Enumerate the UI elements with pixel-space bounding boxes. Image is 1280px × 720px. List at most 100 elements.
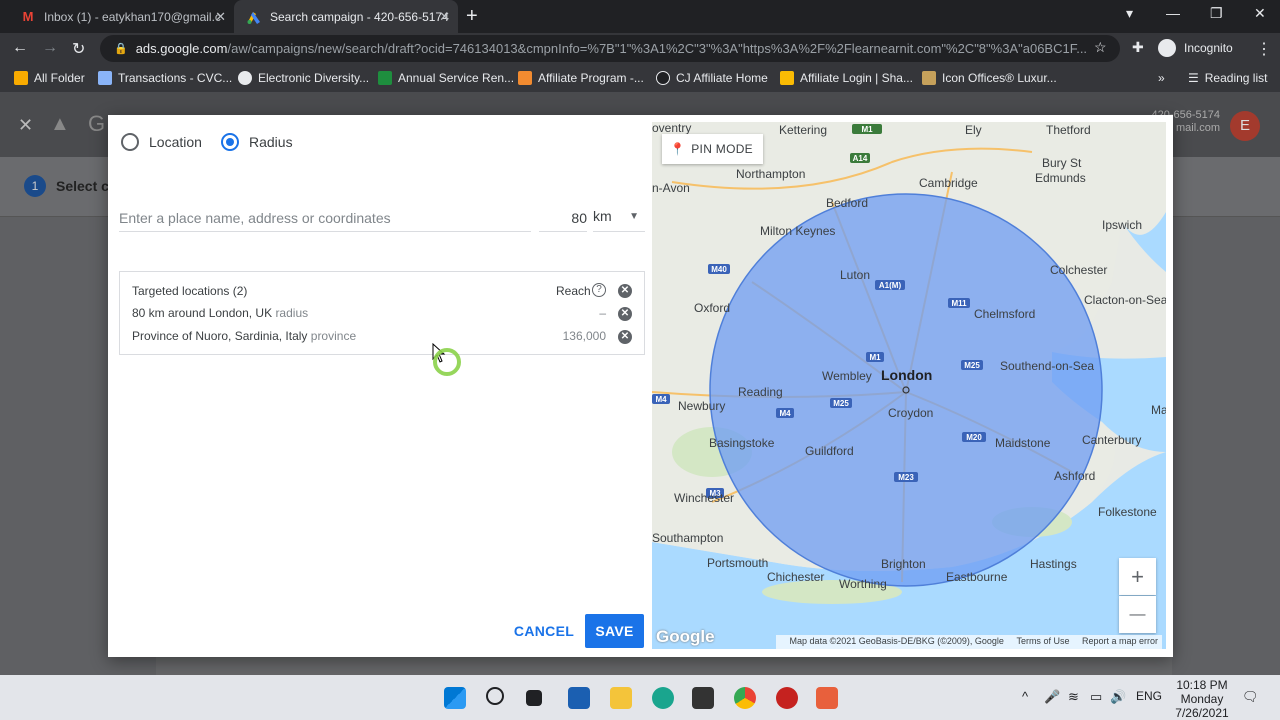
close-tab-icon[interactable]: ✕: [439, 9, 450, 25]
google-ads-logo-icon: ▲: [50, 113, 70, 135]
svg-text:Cambridge: Cambridge: [919, 176, 978, 190]
battery-icon[interactable]: ▭: [1090, 689, 1102, 705]
radio-location[interactable]: [121, 133, 139, 151]
svg-text:M25: M25: [833, 399, 849, 408]
radius-value-input[interactable]: [539, 204, 587, 232]
target-kind: radius: [275, 306, 309, 320]
radius-unit-select[interactable]: km ▼: [593, 204, 645, 232]
targeted-locations-header: Targeted locations (2): [132, 284, 248, 298]
address-bar[interactable]: 🔒 ads.google.com /aw/campaigns/new/searc…: [100, 35, 1120, 62]
target-reach: 136,000: [562, 329, 606, 343]
svg-text:Maidstone: Maidstone: [995, 436, 1051, 450]
remove-target-icon[interactable]: ✕: [618, 307, 632, 321]
extensions-icon[interactable]: ✚: [1132, 39, 1144, 56]
bookmark-item[interactable]: Electronic Diversity...: [238, 71, 369, 85]
bookmark-item[interactable]: Affiliate Login | Sha...: [780, 71, 913, 85]
save-button[interactable]: SAVE: [585, 614, 644, 648]
remove-target-icon[interactable]: ✕: [618, 330, 632, 344]
svg-text:Worthing: Worthing: [839, 577, 887, 591]
close-tab-icon[interactable]: ✕: [215, 9, 226, 25]
chrome-icon[interactable]: [734, 687, 756, 709]
close-icon[interactable]: ✕: [18, 115, 33, 136]
chevron-down-icon: ▼: [629, 211, 639, 222]
pin-mode-button[interactable]: 📍 PIN MODE: [662, 134, 763, 164]
report-error-link[interactable]: Report a map error: [1082, 636, 1158, 646]
back-icon[interactable]: ←: [12, 39, 28, 57]
svg-text:Clacton-on-Sea: Clacton-on-Sea: [1084, 293, 1166, 307]
new-tab-icon[interactable]: +: [466, 5, 478, 28]
tab-search-icon[interactable]: ▾: [1126, 5, 1133, 22]
bookmark-item[interactable]: Annual Service Ren...: [378, 71, 514, 85]
menu-icon[interactable]: ⋮: [1256, 39, 1272, 59]
svg-text:Guildford: Guildford: [805, 444, 854, 458]
incognito-indicator[interactable]: Incognito: [1158, 39, 1233, 57]
svg-text:Chelmsford: Chelmsford: [974, 307, 1035, 321]
map-view[interactable]: M1 A14 M40 A1(M) M11 M1 M25 M25 M4 M4 M2…: [652, 122, 1166, 649]
search-icon[interactable]: [486, 687, 504, 705]
close-window-icon[interactable]: ✕: [1254, 5, 1266, 22]
store-icon[interactable]: [692, 687, 714, 709]
cancel-button[interactable]: CANCEL: [510, 614, 578, 648]
svg-text:M23: M23: [898, 473, 914, 482]
google-logo: Google: [656, 627, 715, 646]
edge-icon[interactable]: [652, 687, 674, 709]
radio-radius[interactable]: [221, 133, 239, 151]
svg-text:Marg: Marg: [1151, 403, 1166, 417]
tab-title: Search campaign - 420-656-5174: [270, 9, 449, 24]
svg-text:M20: M20: [966, 433, 982, 442]
notifications-icon[interactable]: 🗨: [1242, 689, 1259, 705]
svg-text:Edmunds: Edmunds: [1035, 171, 1086, 185]
bookmark-item[interactable]: All Folder: [14, 71, 85, 85]
tab-google-ads[interactable]: Search campaign - 420-656-5174 ✕: [234, 0, 458, 33]
bookmark-favicon-icon: [378, 71, 392, 85]
targeted-locations-panel: Targeted locations (2) Reach ? ✕ 80 km a…: [119, 271, 645, 355]
bookmark-item[interactable]: Affiliate Program -...: [518, 71, 644, 85]
svg-text:Folkestone: Folkestone: [1098, 505, 1157, 519]
more-bookmarks-icon[interactable]: »: [1158, 71, 1165, 85]
file-explorer-icon[interactable]: [610, 687, 632, 709]
svg-text:Bury St: Bury St: [1042, 156, 1082, 170]
tab-gmail[interactable]: M Inbox (1) - eatykhan170@gmail.c ✕: [8, 0, 234, 33]
reading-list-icon: ☰: [1188, 71, 1199, 85]
svg-text:A14: A14: [853, 154, 868, 163]
restore-icon[interactable]: ❐: [1210, 5, 1223, 22]
bookmark-item[interactable]: Transactions - CVC...: [98, 71, 232, 85]
reach-header: Reach: [556, 284, 591, 298]
svg-text:A1(M): A1(M): [879, 281, 902, 290]
os-taskbar: ^ 🎤 ≋ ▭ 🔊 ENG 10:18 PM Monday 7/26/2021 …: [0, 675, 1280, 720]
start-icon[interactable]: [444, 687, 466, 709]
bookmark-favicon-icon: [98, 71, 112, 85]
widgets-icon[interactable]: [568, 687, 590, 709]
folder-icon: [14, 71, 28, 85]
close-icon[interactable]: ✕: [618, 284, 632, 298]
recorder-icon[interactable]: [776, 687, 798, 709]
wifi-icon[interactable]: ≋: [1068, 689, 1079, 705]
camtasia-icon[interactable]: [816, 687, 838, 709]
svg-text:Colchester: Colchester: [1050, 263, 1107, 277]
help-icon[interactable]: ?: [592, 283, 606, 297]
svg-text:Chichester: Chichester: [767, 570, 824, 584]
task-view-icon[interactable]: [526, 690, 542, 706]
svg-text:Southend-on-Sea: Southend-on-Sea: [1000, 359, 1094, 373]
place-search-input[interactable]: [119, 204, 531, 232]
reload-icon[interactable]: ↻: [72, 39, 85, 59]
svg-text:Kettering: Kettering: [779, 123, 827, 137]
terms-link[interactable]: Terms of Use: [1016, 636, 1069, 646]
system-clock[interactable]: 10:18 PM Monday 7/26/2021: [1172, 678, 1232, 720]
forward-icon[interactable]: →: [42, 39, 58, 57]
minimize-icon[interactable]: —: [1166, 5, 1180, 21]
browser-toolbar: ← → ↻ 🔒 ads.google.com /aw/campaigns/new…: [0, 33, 1280, 64]
bookmark-star-icon[interactable]: ☆: [1094, 39, 1107, 56]
language-indicator[interactable]: ENG: [1136, 689, 1162, 703]
target-name: 80 km around London, UK: [132, 306, 273, 320]
volume-icon[interactable]: 🔊: [1110, 689, 1126, 705]
bookmark-item[interactable]: CJ Affiliate Home: [656, 71, 768, 85]
svg-text:Portsmouth: Portsmouth: [707, 556, 768, 570]
zoom-in-button[interactable]: +: [1119, 558, 1156, 595]
reading-list-button[interactable]: ☰ Reading list: [1188, 71, 1267, 85]
zoom-out-button[interactable]: —: [1119, 596, 1156, 633]
microphone-icon[interactable]: 🎤: [1044, 689, 1060, 705]
avatar[interactable]: E: [1230, 111, 1260, 141]
tray-chevron-icon[interactable]: ^: [1022, 689, 1028, 704]
bookmark-item[interactable]: Icon Offices® Luxur...: [922, 71, 1057, 85]
